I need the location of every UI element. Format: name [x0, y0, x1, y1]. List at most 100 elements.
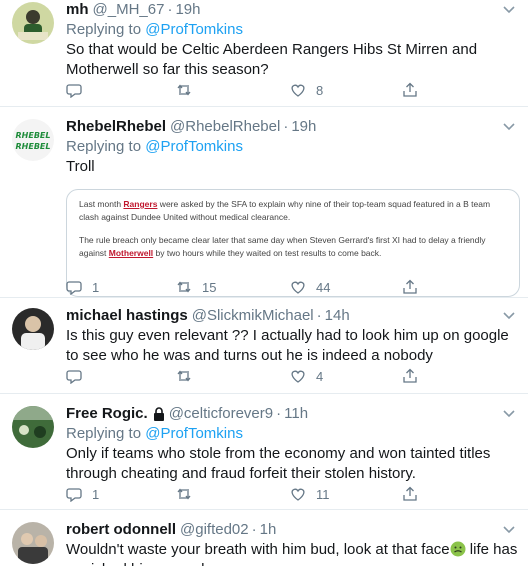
lock-icon: [153, 407, 164, 421]
tweet-mh[interactable]: mh @_MH_67 · 19h Replying to @ProfTomkin…: [0, 0, 528, 107]
retweet-button[interactable]: [176, 366, 202, 386]
retweet-icon: [177, 370, 191, 382]
separator-dot: ·: [251, 521, 257, 538]
share-icon: [403, 82, 417, 97]
mention-link[interactable]: @ProfTomkins: [145, 138, 243, 155]
like-icon: [291, 370, 305, 383]
separator-dot: ·: [167, 1, 173, 18]
separator-dot: ·: [316, 307, 322, 324]
avatar-logo-text: RHEBEL: [16, 131, 51, 140]
share-button[interactable]: [402, 80, 418, 100]
reply-icon: [66, 281, 82, 295]
display-name[interactable]: mh: [66, 0, 89, 20]
tweet-michael-hastings[interactable]: michael hastings @SlickmikMichael · 14h …: [0, 298, 528, 394]
replying-to: Replying to @ProfTomkins: [66, 20, 520, 40]
quote-paragraph: The rule breach only became clear later …: [79, 234, 507, 260]
tweet-actions: 8: [66, 80, 520, 100]
like-button[interactable]: 11: [290, 484, 330, 504]
share-icon: [403, 486, 417, 501]
avatar[interactable]: [12, 406, 54, 448]
chevron-down-icon[interactable]: [502, 522, 516, 536]
tweet-rhebelrhebel[interactable]: RHEBEL RHEBEL RhebelRhebel @RhebelRhebel…: [0, 107, 528, 298]
user-handle[interactable]: @celticforever9: [169, 404, 273, 424]
reply-icon: [66, 488, 82, 502]
like-icon: [291, 488, 305, 501]
share-icon: [403, 368, 417, 383]
like-icon: [291, 281, 305, 294]
reply-count: 1: [92, 279, 100, 295]
tweet-text: Troll: [66, 158, 95, 175]
tweet-text-part: Wouldn't waste your breath with him bud,…: [66, 541, 450, 558]
chevron-down-icon[interactable]: [502, 308, 516, 322]
replying-to: Replying to @ProfTomkins: [66, 137, 520, 157]
chevron-down-icon[interactable]: [502, 119, 516, 133]
share-button[interactable]: [402, 277, 418, 297]
replying-to-label: Replying to: [66, 425, 142, 442]
replying-to-label: Replying to: [66, 138, 142, 155]
retweet-icon: [177, 488, 191, 500]
retweet-button[interactable]: 15: [176, 277, 216, 297]
display-name[interactable]: robert odonnell: [66, 520, 176, 540]
user-handle[interactable]: @_MH_67: [93, 0, 165, 20]
like-count: 11: [316, 486, 330, 502]
like-count: 8: [316, 82, 324, 98]
like-button[interactable]: 8: [290, 80, 323, 100]
tweet-text: Only if teams who stole from the economy…: [66, 445, 491, 482]
chevron-down-icon[interactable]: [502, 2, 516, 16]
share-icon: [403, 279, 417, 294]
nauseated-face-emoji: [450, 541, 466, 557]
share-button[interactable]: [402, 484, 418, 504]
avatar[interactable]: [12, 2, 54, 44]
tweet-text: So that would be Celtic Aberdeen Rangers…: [66, 41, 478, 78]
quote-text: by two hours while they waited on test r…: [153, 248, 382, 258]
user-handle[interactable]: @gifted02: [180, 520, 249, 540]
user-handle[interactable]: @RhebelRhebel: [170, 117, 280, 137]
like-button[interactable]: 4: [290, 366, 323, 386]
chevron-down-icon[interactable]: [502, 406, 516, 420]
quote-text: Last month: [79, 199, 124, 209]
reply-icon: [66, 84, 82, 98]
timestamp[interactable]: 11h: [284, 404, 308, 424]
reply-button[interactable]: 1: [66, 277, 99, 297]
retweet-icon: [177, 281, 191, 293]
quote-link-rangers: Rangers: [123, 199, 158, 209]
quote-link-motherwell: Motherwell: [108, 248, 154, 258]
timestamp[interactable]: 19h: [291, 117, 316, 137]
timestamp[interactable]: 1h: [260, 520, 277, 540]
timestamp[interactable]: 14h: [325, 306, 350, 326]
display-name[interactable]: RhebelRhebel: [66, 117, 166, 137]
reply-button[interactable]: 1: [66, 484, 99, 504]
reply-button[interactable]: [66, 366, 92, 386]
reply-count: 1: [92, 486, 100, 502]
reply-button[interactable]: [66, 80, 92, 100]
user-handle[interactable]: @SlickmikMichael: [192, 306, 314, 326]
share-button[interactable]: [402, 366, 418, 386]
retweet-button[interactable]: [176, 484, 202, 504]
mention-link[interactable]: @ProfTomkins: [145, 21, 243, 38]
mention-link[interactable]: @ProfTomkins: [145, 425, 243, 442]
tweet-robert-odonnell[interactable]: robert odonnell @gifted02 · 1h Wouldn't …: [0, 510, 528, 566]
tweet-text: Wouldn't waste your breath with him bud,…: [66, 540, 520, 566]
like-icon: [291, 84, 305, 97]
replies-timeline: mh @_MH_67 · 19h Replying to @ProfTomkin…: [0, 0, 528, 566]
reply-icon: [66, 370, 82, 384]
tweet-free-rogic[interactable]: Free Rogic. @celticforever9 · 11h Replyi…: [0, 394, 528, 510]
retweet-button[interactable]: [176, 80, 202, 100]
tweet-actions: 1 11: [66, 484, 520, 504]
like-button[interactable]: 44: [290, 277, 330, 297]
replying-to: Replying to @ProfTomkins: [66, 424, 520, 444]
retweet-count: 15: [202, 279, 217, 295]
separator-dot: ·: [283, 118, 289, 135]
tweet-text: Is this guy even relevant ?? I actually …: [66, 327, 509, 364]
display-name[interactable]: Free Rogic.: [66, 404, 148, 424]
like-count: 4: [316, 368, 324, 384]
avatar[interactable]: [12, 308, 54, 350]
quote-paragraph: Last month Rangers were asked by the SFA…: [79, 198, 507, 224]
display-name[interactable]: michael hastings: [66, 306, 188, 326]
tweet-actions: 1 15 44: [66, 277, 520, 297]
tweet-actions: 4: [66, 366, 520, 386]
retweet-icon: [177, 84, 191, 96]
avatar[interactable]: RHEBEL RHEBEL: [12, 119, 54, 161]
timestamp[interactable]: 19h: [175, 0, 200, 20]
avatar[interactable]: [12, 522, 54, 564]
